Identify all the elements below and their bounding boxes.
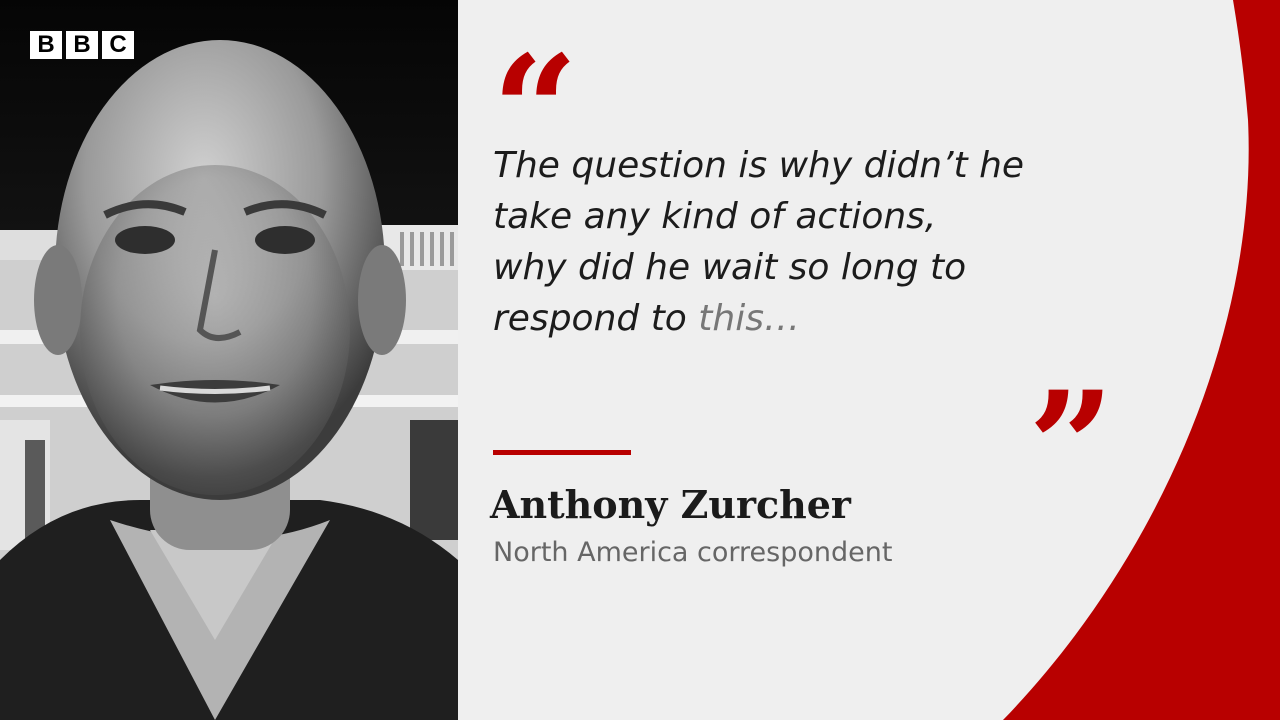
video-frame: B B C “ The question is why didn’t he ta… [0,0,1280,720]
bbc-logo-letter: C [102,31,134,59]
quote-card: “ The question is why didn’t he take any… [458,0,1280,720]
red-swoosh-graphic [1003,0,1280,720]
quote-line-fading: this… [698,298,800,339]
quote-line: why did he wait so long to [493,247,967,288]
quote-text: The question is why didn’t he take any k… [493,140,1093,344]
bbc-logo-letter: B [30,31,62,59]
open-quote-icon: “ [492,23,579,199]
accent-divider [493,450,631,455]
speaker-name: Anthony Zurcher [490,482,851,527]
quote-line: take any kind of actions, [493,196,937,237]
bbc-logo: B B C [30,31,134,59]
correspondent-photo: B B C [0,0,458,720]
close-quote-icon: ” [1028,359,1115,535]
correspondent-portrait-image [0,0,458,720]
bbc-logo-letter: B [66,31,98,59]
quote-line: The question is why didn’t he [493,145,1025,186]
speaker-role: North America correspondent [493,537,893,568]
quote-line: respond to [493,298,699,339]
